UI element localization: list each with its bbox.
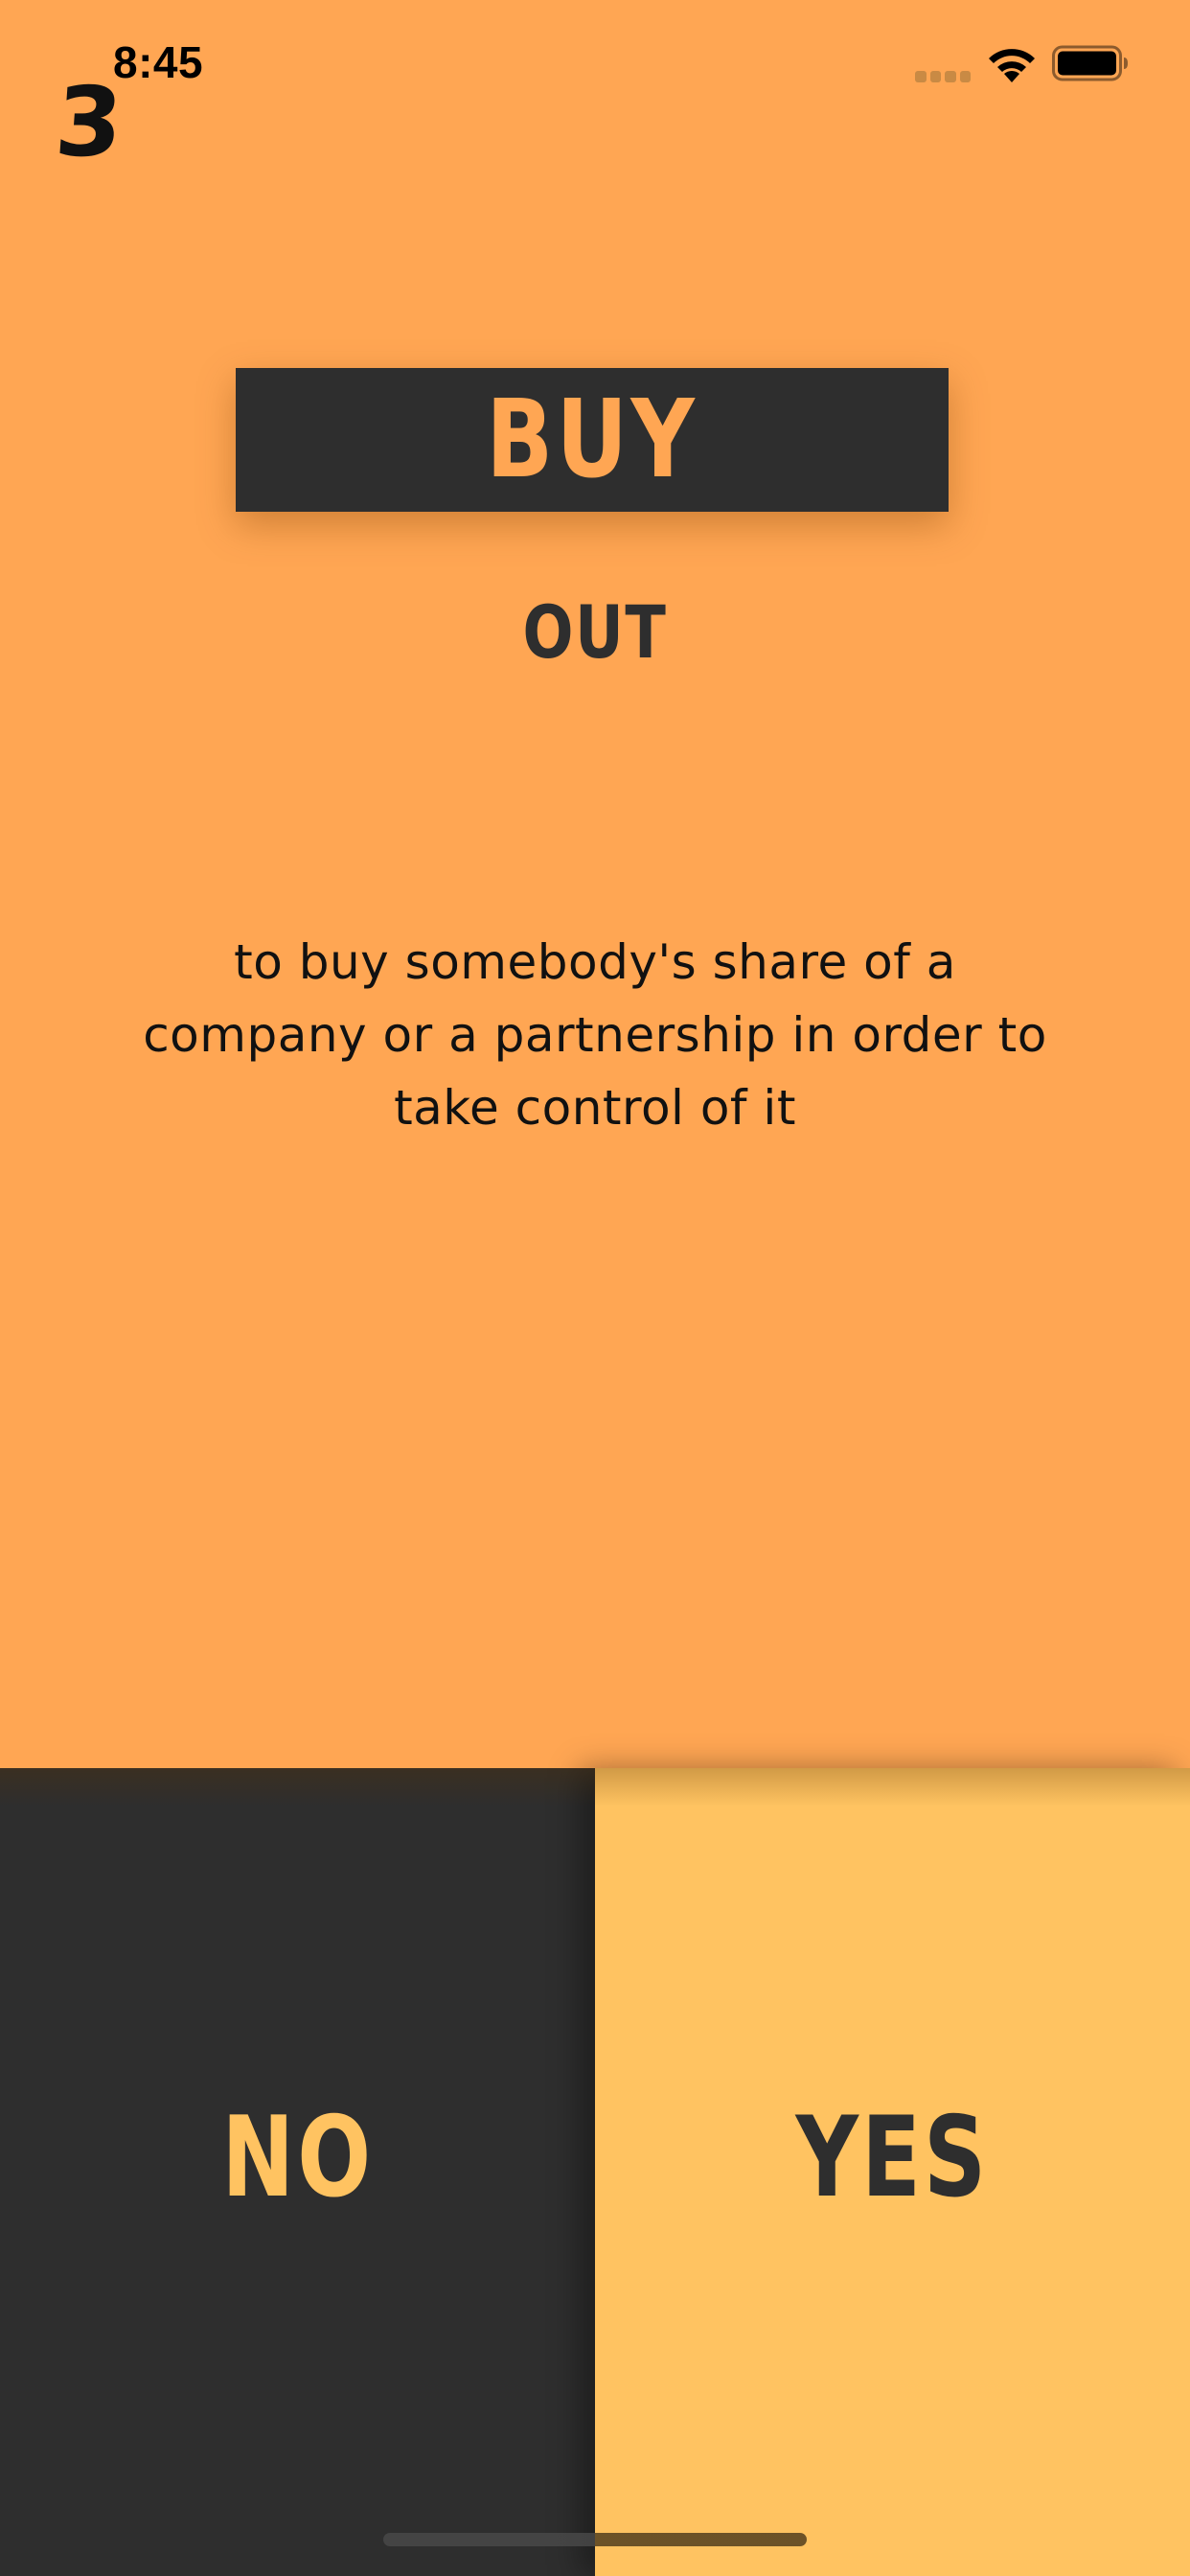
wifi-icon bbox=[989, 49, 1035, 82]
battery-icon bbox=[1052, 45, 1128, 81]
word-banner: BUY bbox=[236, 368, 949, 512]
flashcard-screen: 8:45 3 BUY OUT to buy somebody's share o… bbox=[0, 0, 1190, 2576]
status-bar-time: 8:45 bbox=[113, 37, 204, 87]
word-text: BUY bbox=[486, 378, 698, 502]
card-counter: 3 bbox=[51, 66, 126, 178]
no-button-label: NO bbox=[221, 2092, 374, 2222]
yes-button[interactable]: YES bbox=[595, 1768, 1190, 2576]
cellular-signal-icon bbox=[915, 71, 971, 82]
particle-text: OUT bbox=[522, 589, 668, 675]
yes-button-label: YES bbox=[795, 2092, 990, 2222]
word-card: 8:45 3 BUY OUT to buy somebody's share o… bbox=[0, 0, 1190, 1768]
home-indicator[interactable] bbox=[383, 2533, 807, 2546]
definition-text: to buy somebody's share of a company or … bbox=[143, 934, 1047, 1136]
no-button[interactable]: NO bbox=[0, 1768, 595, 2576]
